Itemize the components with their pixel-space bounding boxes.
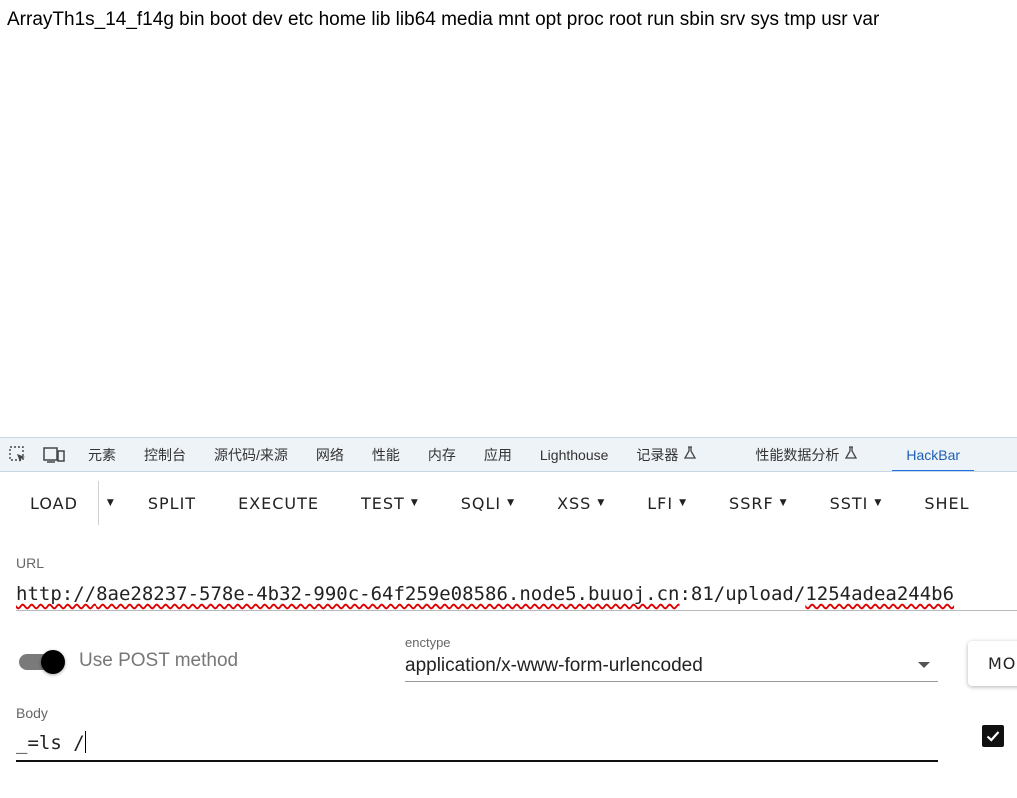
flask-icon xyxy=(683,446,697,463)
hackbar-toolbar: LOAD ▼ SPLIT EXECUTE TEST ▼ SQLI ▼ XSS ▼ LF… xyxy=(0,472,1017,534)
body-checkbox[interactable] xyxy=(982,725,1004,747)
chevron-down-icon xyxy=(918,662,930,668)
lfi-menu-button[interactable]: LFI ▼ xyxy=(626,481,708,525)
toggle-thumb xyxy=(41,650,65,674)
tab-label: 网络 xyxy=(315,446,344,463)
button-label: LOAD xyxy=(30,493,78,513)
chevron-down-icon: ▼ xyxy=(507,498,516,508)
tab-application[interactable]: 应用 xyxy=(470,438,526,471)
chevron-down-icon: ▼ xyxy=(679,498,688,508)
chevron-down-icon: ▼ xyxy=(779,498,788,508)
tab-label: 控制台 xyxy=(144,446,186,463)
tab-memory[interactable]: 内存 xyxy=(414,438,470,471)
body-value: _=ls / xyxy=(16,732,85,754)
tab-label: HackBar xyxy=(906,446,961,463)
button-label: XSS xyxy=(557,493,592,513)
tab-performance[interactable]: 性能 xyxy=(358,438,414,471)
tab-hackbar[interactable]: HackBar xyxy=(892,438,974,471)
tab-console[interactable]: 控制台 xyxy=(130,438,200,471)
button-label: SSTI xyxy=(829,493,869,513)
url-port-path: :81/upload/ xyxy=(679,583,806,605)
post-method-label: Use POST method xyxy=(79,650,239,671)
ssrf-menu-button[interactable]: SSRF ▼ xyxy=(708,481,809,525)
tab-recorder[interactable]: 记录器 xyxy=(622,438,711,471)
button-label: LFI xyxy=(647,493,674,513)
button-label: SSRF xyxy=(729,493,774,513)
button-label: SPLIT xyxy=(147,493,197,513)
tab-network[interactable]: 网络 xyxy=(302,438,358,471)
chevron-down-icon: ▼ xyxy=(410,498,419,508)
tab-lighthouse[interactable]: Lighthouse xyxy=(526,438,623,471)
tab-label: 记录器 xyxy=(636,446,679,463)
tab-label: 元素 xyxy=(88,446,116,463)
enctype-value: application/x-www-form-urlencoded xyxy=(405,655,703,676)
shell-menu-button[interactable]: SHEL xyxy=(903,481,990,525)
devtools-tab-strip: 元素 控制台 源代码/来源 网络 性能 内存 应用 Lighthouse 记录器… xyxy=(0,437,1017,472)
execute-button[interactable]: EXECUTE xyxy=(217,481,340,525)
button-label: EXECUTE xyxy=(238,493,320,513)
post-method-toggle[interactable] xyxy=(19,650,67,674)
url-scheme: http:// xyxy=(16,583,97,605)
body-input[interactable]: _=ls / xyxy=(16,728,938,762)
enctype-select[interactable]: application/x-www-form-urlencoded xyxy=(405,652,938,682)
url-label: URL xyxy=(16,555,45,571)
tab-label: Lighthouse xyxy=(539,446,609,463)
url-input[interactable]: http://8ae28237-578e-4b32-990c-64f259e08… xyxy=(16,579,1017,611)
button-label: SHEL xyxy=(924,493,970,513)
tab-label: 内存 xyxy=(427,446,456,463)
xss-menu-button[interactable]: XSS ▼ xyxy=(536,481,626,525)
split-button[interactable]: SPLIT xyxy=(127,481,217,525)
page-output-text: ArrayTh1s_14_f14g bin boot dev etc home … xyxy=(7,9,880,30)
chevron-down-icon: ▼ xyxy=(874,498,883,508)
test-menu-button[interactable]: TEST ▼ xyxy=(340,481,440,525)
tab-label: 性能数据分析 xyxy=(755,446,840,463)
tab-elements[interactable]: 元素 xyxy=(74,438,130,471)
flask-icon xyxy=(844,446,858,463)
tab-performance-insights[interactable]: 性能数据分析 xyxy=(741,438,872,471)
tab-label: 应用 xyxy=(483,446,512,463)
checkmark-icon xyxy=(986,731,1000,742)
url-host: 8ae28237-578e-4b32-990c-64f259e08586.nod… xyxy=(96,583,680,605)
enctype-label: enctype xyxy=(405,635,451,650)
tab-sources[interactable]: 源代码/来源 xyxy=(200,438,302,471)
button-label: MO xyxy=(988,654,1017,673)
inspect-element-icon[interactable] xyxy=(6,443,30,467)
chevron-down-icon: ▼ xyxy=(597,498,606,508)
device-toolbar-icon[interactable] xyxy=(42,443,66,467)
modify-header-button[interactable]: MO xyxy=(968,641,1017,686)
button-label: TEST xyxy=(361,493,405,513)
load-options-dropdown-icon[interactable]: ▼ xyxy=(99,481,127,525)
body-label: Body xyxy=(16,705,48,721)
text-cursor xyxy=(84,731,86,753)
button-label: SQLI xyxy=(460,493,502,513)
ssti-menu-button[interactable]: SSTI ▼ xyxy=(809,481,904,525)
tab-label: 性能 xyxy=(371,446,400,463)
sqli-menu-button[interactable]: SQLI ▼ xyxy=(440,481,536,525)
url-path-tail: 1254adea244b6 xyxy=(805,583,955,605)
load-button[interactable]: LOAD xyxy=(0,481,98,525)
tab-label: 源代码/来源 xyxy=(214,446,288,463)
